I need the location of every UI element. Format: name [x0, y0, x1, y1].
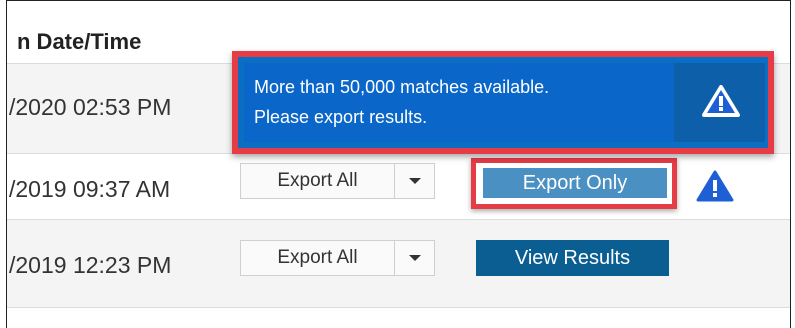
export-all-split-button: Export All — [240, 240, 435, 276]
export-all-button[interactable]: Export All — [241, 164, 395, 198]
view-results-button[interactable]: View Results — [476, 240, 669, 276]
date-time-cell: /2019 09:37 AM — [9, 176, 171, 202]
export-dropdown-toggle[interactable] — [395, 164, 434, 198]
banner-icon-area — [674, 63, 765, 142]
results-table: n Date/Time /2020 02:53 PM /2019 09:37 A… — [6, 0, 791, 328]
warning-triangle-icon[interactable] — [696, 170, 734, 202]
column-header-date-time: n Date/Time — [17, 29, 142, 54]
table-row: /2019 09:37 AM Export All Export Only — [7, 154, 790, 220]
export-all-split-button: Export All — [240, 163, 435, 199]
matches-warning-banner: More than 50,000 matches available. Plea… — [232, 51, 774, 154]
table-row: /2019 12:23 PM Export All View Results — [7, 220, 790, 308]
date-time-cell: /2020 02:53 PM — [9, 94, 172, 120]
caret-down-icon — [408, 255, 421, 261]
caret-down-icon — [408, 178, 421, 184]
export-only-button[interactable]: Export Only — [483, 168, 667, 198]
banner-line-1: More than 50,000 matches available. — [254, 77, 550, 97]
warning-triangle-icon — [702, 85, 740, 117]
export-all-button[interactable]: Export All — [241, 241, 395, 275]
banner-line-2: Please export results. — [254, 107, 428, 127]
banner-message: More than 50,000 matches available. Plea… — [244, 63, 674, 142]
export-dropdown-toggle[interactable] — [395, 241, 434, 275]
date-time-cell: /2019 12:23 PM — [9, 252, 172, 278]
